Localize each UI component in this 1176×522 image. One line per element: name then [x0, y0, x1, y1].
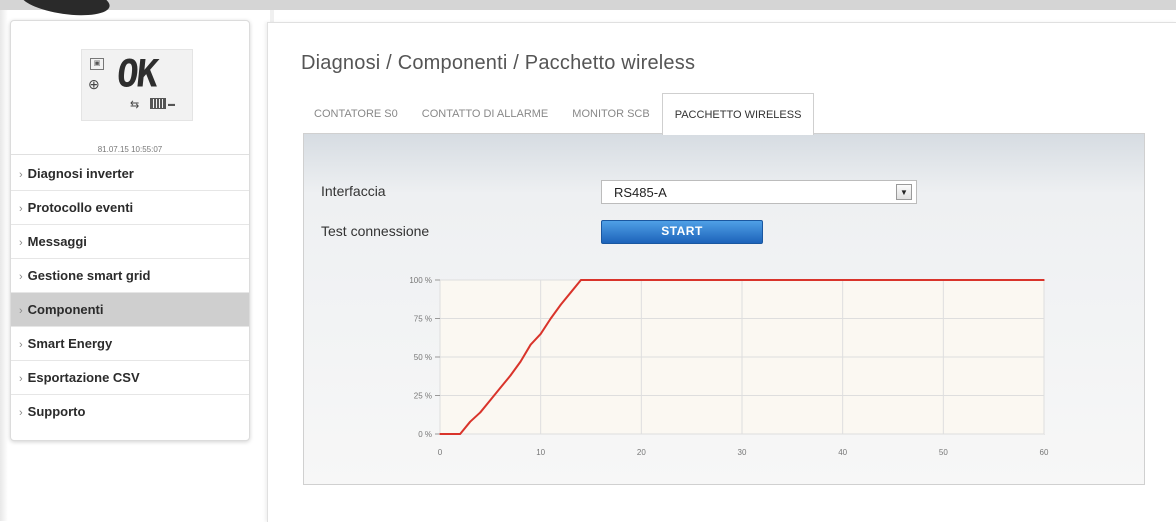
data-point [570, 291, 572, 294]
sidebar-item-supporto[interactable]: › Supporto [11, 395, 249, 429]
chevron-right-icon: › [19, 339, 23, 351]
chevron-right-icon: › [19, 305, 23, 317]
sidebar-item-smart-energy[interactable]: › Smart Energy [11, 327, 249, 361]
sidebar-item-gestione-smart-grid[interactable]: › Gestione smart grid [11, 259, 249, 293]
breadcrumb: Diagnosi / Componenti / Pacchetto wirele… [301, 52, 696, 74]
header-decoration [18, 0, 112, 21]
sidebar-nav: › Diagnosi inverter › Protocollo eventi › M… [11, 157, 249, 429]
x-tick-label: 40 [838, 448, 847, 457]
data-point [529, 343, 532, 346]
interfaccia-label: Interfaccia [321, 183, 386, 199]
tab-panel: Interfaccia RS485-A ▼ Test connessione S… [303, 133, 1145, 485]
data-point [499, 387, 502, 389]
data-point [489, 399, 492, 401]
sidebar-item-label: Messaggi [27, 234, 87, 249]
tab-bar: CONTATORE S0 CONTATTO DI ALLARME MONITOR… [314, 93, 838, 135]
y-tick-label: 50 % [414, 353, 432, 362]
top-strip [0, 0, 1176, 10]
tab-monitor-scb[interactable]: MONITOR SCB [572, 93, 649, 133]
data-point [479, 411, 482, 414]
sidebar-item-componenti[interactable]: › Componenti [11, 293, 249, 327]
sidebar-item-label: Supporto [27, 404, 86, 419]
chevron-right-icon: › [19, 271, 23, 283]
display-timestamp: 81.07.15 10:55:07 [97, 145, 163, 154]
tab-contatto-di-allarme[interactable]: CONTATTO DI ALLARME [422, 93, 549, 133]
data-point [519, 360, 522, 363]
left-edge [0, 10, 8, 521]
data-point [439, 433, 441, 435]
chevron-down-icon[interactable]: ▼ [896, 184, 912, 200]
data-point [580, 279, 582, 281]
inverter-display: ▣ ⊕ OK ⇆ ▬ [81, 49, 193, 123]
y-tick-label: 75 % [414, 315, 432, 324]
y-tick-label: 0 % [418, 430, 432, 439]
sidebar-item-label: Smart Energy [27, 336, 113, 351]
interfaccia-select[interactable]: RS485-A ▼ [601, 180, 917, 204]
data-point [459, 433, 461, 435]
lcd-status-text: OK [114, 52, 159, 97]
chevron-right-icon: › [19, 373, 23, 385]
grid-status-icon: ▣ [90, 58, 104, 70]
x-tick-label: 0 [438, 448, 443, 457]
sidebar-item-label: Gestione smart grid [27, 268, 151, 283]
chevron-right-icon: › [19, 407, 23, 419]
sidebar-item-label: Protocollo eventi [27, 200, 134, 215]
main-content: Diagnosi / Componenti / Pacchetto wirele… [267, 22, 1176, 522]
data-point [509, 374, 512, 377]
data-point [560, 303, 562, 306]
x-tick-label: 50 [939, 448, 948, 457]
chevron-right-icon: › [19, 203, 23, 215]
data-point [469, 420, 471, 423]
test-connessione-label: Test connessione [321, 223, 430, 239]
connection-test-chart: 0 10 20 30 40 50 60 0 % 25 % 50 % 75 % 100 % [409, 276, 1049, 457]
chevron-right-icon: › [19, 169, 23, 181]
y-tick-label: 25 % [414, 392, 432, 401]
data-point [1043, 279, 1045, 281]
sidebar-item-messaggi[interactable]: › Messaggi [11, 225, 249, 259]
segment-icon: ▬ [168, 101, 175, 108]
sidebar-item-protocollo-eventi[interactable]: › Protocollo eventi [11, 191, 249, 225]
sidebar-item-label: Diagnosi inverter [27, 166, 134, 181]
interfaccia-value: RS485-A [614, 185, 667, 200]
data-point [539, 333, 542, 335]
x-tick-label: 60 [1040, 448, 1049, 457]
x-tick-label: 20 [637, 448, 646, 457]
y-tick-label: 100 % [409, 276, 432, 285]
sidebar-divider [11, 154, 249, 155]
tab-contatore-s0[interactable]: CONTATORE S0 [314, 93, 398, 133]
chevron-right-icon: › [19, 237, 23, 249]
sidebar-item-diagnosi-inverter[interactable]: › Diagnosi inverter [11, 157, 249, 191]
globe-icon: ⊕ [88, 76, 100, 92]
battery-icon [150, 98, 166, 109]
x-tick-label: 30 [738, 448, 747, 457]
sidebar: ▣ ⊕ OK ⇆ ▬ 81.07.15 10:55:07 › Diagnosi i… [10, 20, 250, 441]
connection-icon: ⇆ [130, 99, 142, 111]
start-button[interactable]: START [601, 220, 763, 244]
tab-pacchetto-wireless[interactable]: PACCHETTO WIRELESS [661, 93, 815, 135]
sidebar-item-label: Componenti [27, 302, 104, 317]
sidebar-item-esportazione-csv[interactable]: › Esportazione CSV [11, 361, 249, 395]
sidebar-item-label: Esportazione CSV [27, 370, 140, 385]
data-point [549, 317, 552, 320]
lcd-screen: ▣ ⊕ OK ⇆ ▬ [81, 49, 193, 121]
x-tick-label: 10 [536, 448, 545, 457]
